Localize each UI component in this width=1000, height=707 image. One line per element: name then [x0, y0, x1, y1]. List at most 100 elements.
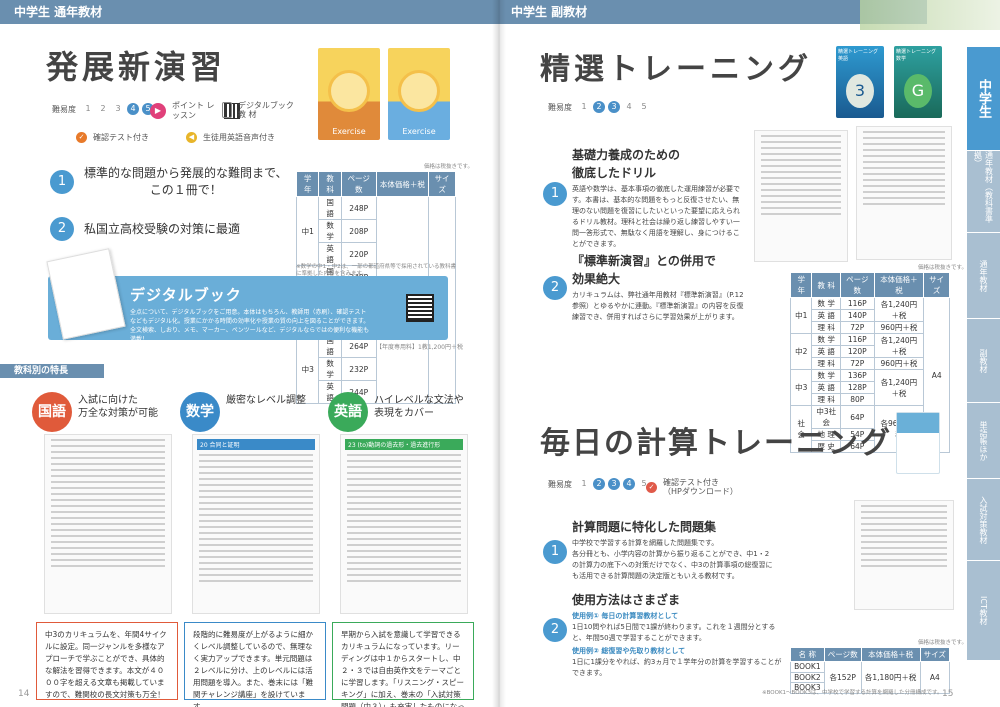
example1-text: 1日10問やれば5日間で1課が終わります。これを１週間分とすると、年間50週で学…	[572, 623, 776, 642]
title2: 毎日の計算トレーニング	[540, 426, 892, 461]
confirm-test-label: 確認テスト付き	[93, 133, 149, 142]
digital-book-badge: デジタルブック 教 材	[222, 101, 294, 119]
pages-cell: 140P	[839, 309, 875, 322]
keisan-spec-table: 名 称ページ数 本体価格＋税 サイズ BOOK1 各152P 各1,180円＋税 A4 BOO…	[790, 647, 951, 694]
pages-cell: 72P	[839, 321, 875, 334]
subject-sample-sheet: 23 (to)動詞の過去形・過去進行形	[340, 434, 468, 614]
difficulty-dots: 12345	[578, 101, 650, 113]
subject-cell: 数 学	[811, 369, 841, 382]
page-number-left: 14	[18, 689, 30, 699]
pages-cell: 116P	[839, 333, 875, 346]
table-header-cell: サイズ	[919, 647, 951, 662]
subject-head: ハイレベルな文法や 表現をカバー	[374, 395, 464, 419]
pages-cell: 220P	[340, 242, 377, 266]
example2-title: 使用例② 総復習や先取り教材として	[572, 647, 686, 655]
difficulty-dot: 5	[641, 102, 647, 111]
audio-badge: ◀ 生徒用英語音声付き	[186, 132, 275, 143]
digital-book-label: デジタルブック	[238, 101, 294, 110]
subject-cell: 数 学	[318, 357, 342, 381]
difficulty-dot: 1	[581, 102, 587, 111]
difficulty-dot: 3	[608, 478, 620, 490]
confirm-test2-label: 確認テスト付き （HPダウンロード）	[663, 478, 738, 496]
left-header-bar: 中学生 通年教材	[0, 0, 497, 24]
digital-book-banner: デジタルブック 全点について、デジタルブックをご用意。本体はもちろん、教師用（赤…	[46, 248, 448, 343]
table-header-cell: 教 科	[811, 272, 841, 298]
subject-cell: 数 学	[811, 333, 841, 346]
tablet-icon	[222, 102, 232, 118]
subject-desc-box: 段階的に難易度が上がるように細かくレベル調整しているので、無理なく実力アップでき…	[184, 622, 326, 707]
cover-seisen-math: 精選トレーニング 数学 G	[894, 46, 942, 118]
subject-cell: 理 科	[811, 357, 841, 370]
subject-cell: 国 語	[318, 196, 342, 220]
digital-price-note: 【年度専用料】1教1,200円＋税	[376, 344, 463, 351]
side-tab[interactable]: 通年教材	[967, 232, 1000, 318]
subject-cell: 数 学	[811, 297, 841, 310]
pages-cell: 各152P	[823, 661, 862, 694]
example1-title: 使用例① 毎日の計算習教材として	[572, 612, 679, 620]
left-title: 発展新演習	[46, 48, 227, 86]
cover-label: 精選トレーニング 英語	[838, 49, 879, 62]
difficulty-dot: 2	[593, 101, 605, 113]
right-title: 精選トレーニング	[540, 52, 812, 87]
difficulty-dot: 4	[127, 103, 139, 115]
pages-cell: 72P	[839, 357, 875, 370]
price-cell: 各1,240円＋税	[873, 333, 925, 358]
point-lesson-label: ポイント レッスン	[172, 101, 215, 120]
feature-number: 2	[50, 217, 74, 241]
left-difficulty: 難易度 12345	[52, 103, 154, 115]
feature-head: 基礎力養成のための 徹底したドリル	[572, 148, 681, 180]
table-header-row: 学 年教 科ページ数 本体価格＋税 サイズ	[295, 171, 456, 197]
table-header-cell: 本体価格＋税	[873, 272, 925, 298]
table-note: 価格は税抜きです。	[424, 164, 473, 170]
pages-cell: 232P	[340, 357, 377, 381]
feature-text: 私国立高校受験の対策に最適	[84, 221, 241, 236]
feature-head: 計算問題に特化した問題集	[572, 520, 717, 534]
difficulty-label: 難易度	[548, 479, 572, 489]
pages-cell: 116P	[839, 297, 875, 310]
feature-number: 1	[543, 540, 567, 564]
confirm-test2-badge: ✓ 確認テスト付き （HPダウンロード）	[646, 478, 738, 496]
side-tab[interactable]: 単語帳ほか	[967, 402, 1000, 478]
subject-badge: 国語	[32, 392, 72, 432]
feature-text: 中学校で学習する計算を網羅した問題集です。 各分冊とも、小学内容の計算から振り返…	[572, 539, 773, 580]
subject-cell: 数 学	[318, 219, 342, 243]
feature-head: 『標準新演習』との併用で 効果絶大	[572, 254, 716, 286]
grade-cell: 中2	[789, 333, 813, 370]
table-header-cell: 名 称	[790, 647, 825, 662]
book-cover-b: Exercise	[388, 48, 450, 140]
feature-number: 1	[50, 170, 74, 194]
book-cover-a: Exercise	[318, 48, 380, 140]
cover-keisan	[896, 412, 940, 474]
table-header-cell: サイズ	[923, 272, 950, 298]
table-header-cell: サイズ	[428, 171, 456, 197]
difficulty-dot: 3	[608, 101, 620, 113]
feature-text: カリキュラムは、弊社通年用教材『標準新演習』（P.12参照）とゆるやかに連動。『…	[572, 291, 744, 321]
feature-number: 2	[543, 618, 567, 642]
sample-sheet-keisan	[854, 500, 954, 610]
difficulty-dot: 2	[100, 104, 106, 113]
subject-cell: 英 語	[811, 309, 841, 322]
side-tab[interactable]: 入試対策教材	[967, 478, 1000, 560]
price-cell: 各1,240円＋税	[873, 297, 925, 322]
price-cell: 各1,180円＋税	[860, 661, 921, 694]
section-tag: 教科別の特長	[0, 364, 104, 378]
side-tab[interactable]: 中学生	[967, 46, 1000, 150]
cover-seisen-english: 精選トレーニング 英語 3	[836, 46, 884, 118]
table-header-cell: 学 年	[789, 272, 813, 298]
table-note: 価格は税抜きです。	[918, 265, 967, 271]
subject-cell: 英 語	[811, 345, 841, 358]
book-name-cell: BOOK1	[790, 661, 825, 673]
footnote: ※BOOK1～BOOK3は、中学校で学習する計算を網羅した分冊構成です。	[762, 690, 943, 696]
table-header-cell: ページ数	[340, 171, 377, 197]
side-tab[interactable]: 副教材	[967, 318, 1000, 402]
price-cell: 各1,240円＋税	[873, 369, 925, 406]
side-tab[interactable]: 通年教材（教科書準拠）	[967, 150, 1000, 232]
feature-number: 1	[543, 182, 567, 206]
table-header-row: 学 年教 科ページ数 本体価格＋税 サイズ	[789, 272, 950, 298]
feature-text: 英語や数学は、基本事項の徹底した運用練習が必要です。本書は、基本的な問題をもっと…	[572, 185, 740, 248]
side-tab[interactable]: ICT教材	[967, 560, 1000, 660]
table-row: 中1国 語248P各1,640円＋税A4	[295, 196, 456, 404]
table-header-cell: 学 年	[295, 171, 320, 197]
confirm-test-badge: ✓ 確認テスト付き	[76, 132, 149, 143]
subject-desc-box: 中3のカリキュラムを、年間4サイクルに設定。同一ジャンルを多様なアプローチで学ぶ…	[36, 622, 178, 700]
